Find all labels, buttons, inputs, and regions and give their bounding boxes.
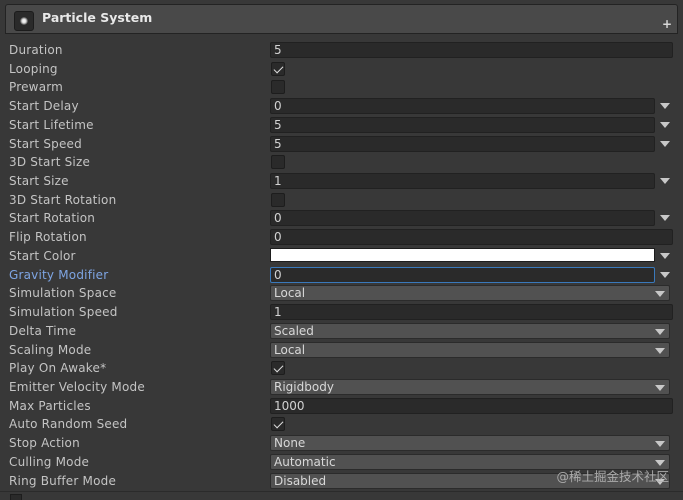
property-label: Delta Time [9,323,77,338]
property-label: Play On Awake* [9,361,107,376]
start-rotation-input[interactable]: 0 [270,210,655,227]
property-row-simulation-space: Simulation Space Local [5,284,678,302]
property-label: Start Delay [9,99,79,114]
scaling-mode-dropdown[interactable]: Local [270,341,670,358]
property-row-start-size: Start Size 1 [5,172,678,190]
property-row-max-particles: Max Particles 1000 [5,397,678,415]
watermark: @稀土掘金技术社区 [556,469,669,484]
looping-checkbox[interactable] [271,61,285,76]
mode-menu-chevron-down-icon[interactable] [660,140,670,147]
property-label: Prewarm [9,80,64,95]
property-label: Stop Action [9,436,80,451]
property-row-start-rotation: Start Rotation 0 [5,209,678,227]
component-title: Particle System [42,10,153,25]
property-row-delta-time: Delta Time Scaled [5,322,678,340]
start-size-input[interactable]: 1 [270,173,655,190]
chevron-down-icon [655,459,665,466]
particle-system-icon [14,11,34,31]
property-row-start-color: Start Color [5,247,678,265]
inspector-body: Duration 5 Looping Prewarm Start Delay 0 Start… [5,34,678,497]
simulation-space-dropdown[interactable]: Local [270,285,670,302]
property-label: Gravity Modifier [9,267,109,282]
property-label: Start Size [9,174,69,189]
property-label: Max Particles [9,398,91,413]
property-row-flip-rotation: Flip Rotation 0 [5,228,678,246]
chevron-down-icon [655,347,665,354]
3d-start-size-checkbox[interactable] [271,155,285,170]
add-icon[interactable]: + [662,18,672,30]
next-module-checkbox[interactable] [10,494,22,500]
prewarm-checkbox[interactable] [271,80,285,95]
property-label: 3D Start Size [9,155,91,170]
dropdown-value: Automatic [274,454,336,469]
chevron-down-icon [655,328,665,335]
property-label: Simulation Space [9,286,117,301]
dropdown-value: None [274,436,306,451]
property-label: Scaling Mode [9,342,92,357]
property-row-looping: Looping [5,60,678,78]
divider [0,491,683,492]
stop-action-dropdown[interactable]: None [270,435,670,452]
property-row-scaling-mode: Scaling Mode Local [5,341,678,359]
property-label: Duration [9,43,63,57]
mode-menu-chevron-down-icon[interactable] [660,121,670,128]
property-row-3d-start-rotation: 3D Start Rotation [5,191,678,209]
property-row-gravity-modifier: Gravity Modifier 0 [5,266,678,284]
dropdown-value: Rigidbody [274,379,334,394]
property-row-3d-start-size: 3D Start Size [5,153,678,171]
mode-menu-chevron-down-icon[interactable] [660,271,670,278]
chevron-down-icon [655,441,665,448]
property-row-play-on-awake: Play On Awake* [5,359,678,377]
property-row-start-speed: Start Speed 5 [5,135,678,153]
max-particles-input[interactable]: 1000 [270,397,673,414]
dropdown-value: Scaled [274,323,314,338]
property-row-prewarm: Prewarm [5,78,678,96]
particle-system-header[interactable]: Particle System + [5,4,678,34]
duration-input[interactable]: 5 [270,42,673,58]
property-row-emitter-velocity-mode: Emitter Velocity Mode Rigidbody [5,378,678,396]
property-label: Auto Random Seed [9,417,128,432]
dropdown-value: Disabled [274,473,327,488]
play-on-awake-checkbox[interactable] [271,361,285,376]
property-row-simulation-speed: Simulation Speed 1 [5,303,678,321]
start-speed-input[interactable]: 5 [270,135,655,152]
delta-time-dropdown[interactable]: Scaled [270,322,670,339]
property-label: Ring Buffer Mode [9,473,117,488]
start-delay-input[interactable]: 0 [270,98,655,115]
mode-menu-chevron-down-icon[interactable] [660,252,670,259]
flip-rotation-input[interactable]: 0 [270,229,673,246]
auto-random-seed-checkbox[interactable] [271,417,285,432]
chevron-down-icon [655,291,665,298]
property-label: Flip Rotation [9,230,87,245]
start-color-color-swatch[interactable] [270,247,655,262]
property-label: Simulation Speed [9,305,118,320]
dropdown-value: Local [274,286,306,301]
simulation-speed-input[interactable]: 1 [270,304,673,321]
property-label: Start Lifetime [9,117,94,132]
property-label: Start Rotation [9,211,96,226]
property-label: Looping [9,61,58,76]
gravity-modifier-input[interactable]: 0 [270,266,655,283]
property-label: Emitter Velocity Mode [9,379,145,394]
property-label: 3D Start Rotation [9,192,117,207]
dropdown-value: Local [274,342,306,357]
property-label: Start Speed [9,136,82,151]
property-label: Start Color [9,248,76,263]
property-row-start-lifetime: Start Lifetime 5 [5,116,678,134]
mode-menu-chevron-down-icon[interactable] [660,103,670,110]
property-row-auto-random-seed: Auto Random Seed [5,415,678,433]
property-row-stop-action: Stop Action None [5,434,678,452]
3d-start-rotation-checkbox[interactable] [271,192,285,207]
chevron-down-icon [655,384,665,391]
property-row-start-delay: Start Delay 0 [5,97,678,115]
mode-menu-chevron-down-icon[interactable] [660,215,670,222]
mode-menu-chevron-down-icon[interactable] [660,178,670,185]
start-lifetime-input[interactable]: 5 [270,116,655,133]
property-label: Culling Mode [9,454,90,469]
property-row-duration: Duration 5 [5,41,678,59]
emitter-velocity-mode-dropdown[interactable]: Rigidbody [270,378,670,395]
